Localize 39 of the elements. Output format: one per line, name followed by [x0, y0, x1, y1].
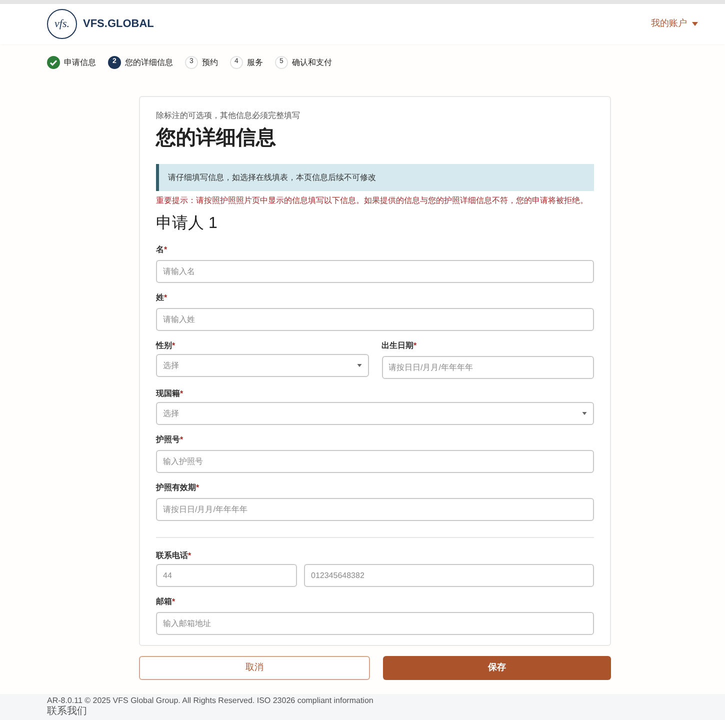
- contact-link[interactable]: 联系我们: [47, 706, 87, 718]
- applicant-heading: 申请人 1: [156, 214, 218, 234]
- field-label: 姓*: [156, 292, 168, 303]
- input-field[interactable]: 请按日日/月月/年年年年: [156, 498, 594, 521]
- step-label: 确认和支付: [292, 56, 332, 68]
- step-label: 申请信息: [64, 56, 96, 68]
- field-label: 护照号*: [156, 434, 184, 445]
- field-label: 护照有效期*: [156, 482, 200, 493]
- logo-badge: vfs.: [47, 9, 77, 39]
- phone-field[interactable]: 012345648382: [304, 564, 594, 587]
- field-label: 现国籍*: [156, 388, 184, 399]
- select-field[interactable]: 选择: [156, 402, 594, 425]
- brand-name: VFS.GLOBAL: [83, 16, 154, 32]
- field-label: 联系电话*: [156, 550, 192, 561]
- step-label: 服务: [247, 56, 263, 68]
- field-label: 名*: [156, 244, 168, 255]
- save-button[interactable]: 保存: [382, 656, 611, 680]
- input-field[interactable]: 请输入姓: [156, 308, 594, 331]
- page-title: 您的详细信息: [156, 126, 277, 151]
- caret-icon: [356, 364, 362, 367]
- field-label: 出生日期*: [382, 340, 417, 351]
- caret-icon: [582, 412, 587, 415]
- input-field[interactable]: 请按日日/月月/年年年年: [382, 356, 594, 379]
- step-label: 您的详细信息: [125, 56, 173, 68]
- warning-text: 重要提示：请按照护照照片页中显示的信息填写以下信息。如果提供的信息与您的护照详细信息不符，您的申请将被拒绝。: [156, 195, 589, 207]
- step-label: 预约: [202, 56, 218, 68]
- form-hint: 除标注的可选项，其他信息必须完整填写: [156, 110, 301, 122]
- field-label: 邮箱*: [156, 596, 176, 607]
- input-field[interactable]: 输入邮箱地址: [156, 612, 594, 635]
- select-field[interactable]: 选择: [156, 354, 368, 377]
- copyright-text: AR-8.0.11 © 2025 VFS Global Group. All Rights Reserved. ISO 23026 compliant information: [47, 696, 374, 706]
- caret-icon: [692, 22, 698, 26]
- cancel-button[interactable]: 取消: [139, 656, 370, 680]
- input-field[interactable]: 请输入名: [156, 260, 594, 283]
- input-field[interactable]: 输入护照号: [156, 450, 594, 473]
- info-note: 请仔细填写信息，如选择在线填表，本页信息后续不可修改: [156, 164, 594, 191]
- country-code-field[interactable]: 44: [156, 564, 297, 587]
- account-menu[interactable]: 我的账户: [651, 17, 698, 31]
- field-label: 性别*: [156, 340, 176, 351]
